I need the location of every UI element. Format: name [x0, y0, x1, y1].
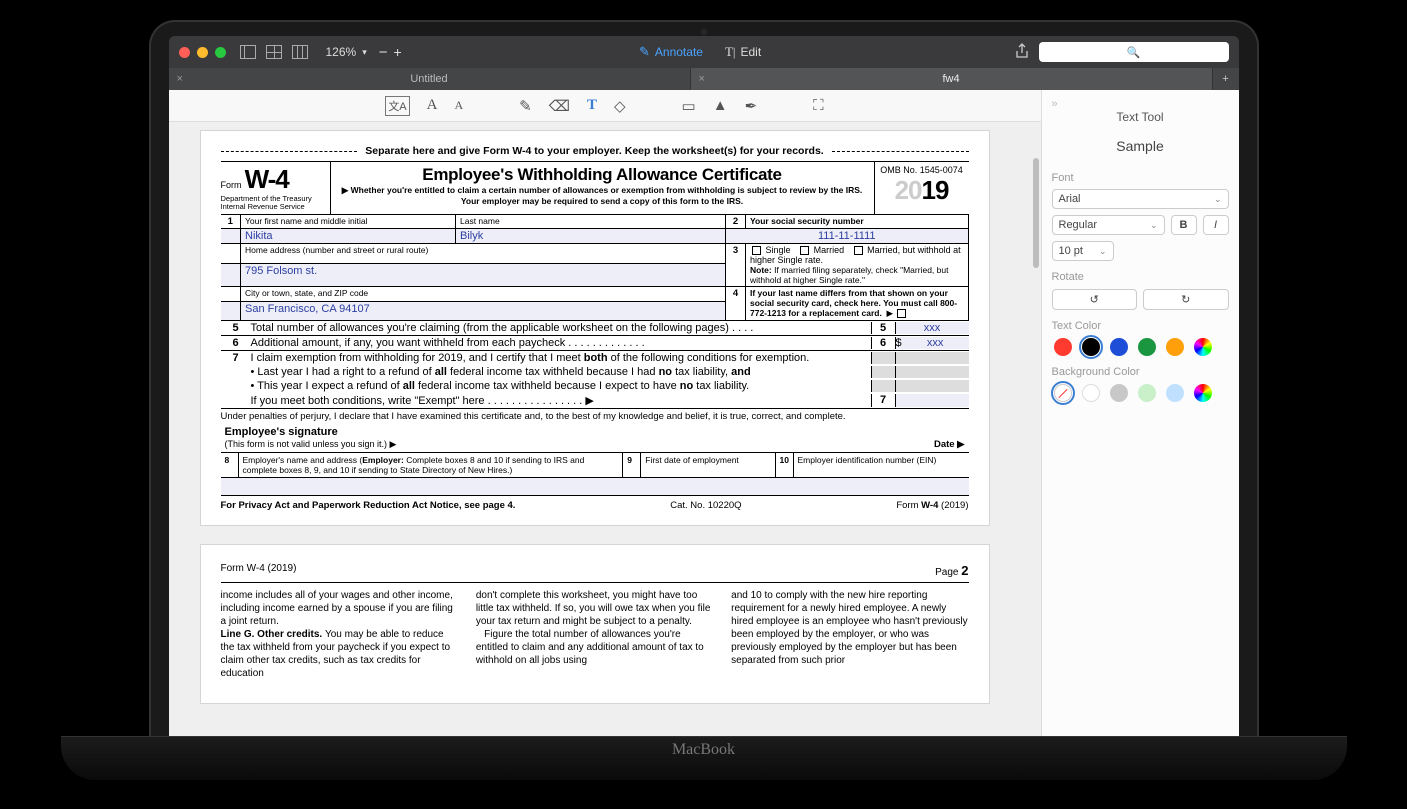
- form-subtitle: ▶ Whether you're entitled to claim a cer…: [337, 185, 868, 206]
- annotate-mode-button[interactable]: ✎ Annotate: [639, 44, 703, 60]
- signature-tool-icon[interactable]: ✒: [745, 97, 758, 115]
- ssn-field[interactable]: 111-11-1111: [726, 228, 969, 243]
- tab-untitled[interactable]: × Untitled: [169, 68, 691, 90]
- macbook-label: MacBook: [672, 741, 735, 759]
- tab-fw4[interactable]: × fw4: [691, 68, 1213, 90]
- chevron-down-icon: ⌄: [1214, 194, 1222, 205]
- search-input[interactable]: 🔍: [1039, 42, 1229, 62]
- align-tool-icon[interactable]: ⛶: [813, 97, 824, 114]
- bg-color-swatches: [1052, 384, 1229, 402]
- first-name-field[interactable]: Nikita: [241, 228, 456, 243]
- text-color-picker[interactable]: [1194, 338, 1212, 356]
- pencil-icon: ✎: [639, 44, 650, 60]
- employer-fields[interactable]: [221, 478, 969, 496]
- font-size-dropdown[interactable]: 10 pt⌄: [1052, 241, 1114, 261]
- rotate-cw-button[interactable]: ↻: [1143, 289, 1229, 310]
- last-name-field[interactable]: Bilyk: [456, 228, 726, 243]
- city-field[interactable]: San Francisco, CA 94107: [241, 302, 726, 320]
- chevron-down-icon: ▾: [362, 47, 367, 58]
- pdf-page-1: Separate here and give Form W-4 to your …: [200, 130, 990, 526]
- font-style-dropdown[interactable]: Regular⌄: [1052, 215, 1165, 235]
- omb-number: OMB No. 1545-0074: [879, 165, 965, 175]
- text-color-black[interactable]: [1082, 338, 1100, 356]
- inspector-panel: » Text Tool Sample Font Arial⌄ Regular⌄ …: [1041, 90, 1239, 736]
- bg-color-gray[interactable]: [1110, 384, 1128, 402]
- font-smaller-icon[interactable]: A: [455, 98, 464, 113]
- rotate-ccw-button[interactable]: ↺: [1052, 289, 1138, 310]
- layout-switcher: [240, 45, 308, 59]
- line7-value[interactable]: [895, 394, 969, 407]
- layout-grid-icon[interactable]: [266, 45, 282, 59]
- edit-mode-button[interactable]: T| Edit: [725, 44, 761, 60]
- laptop-base: MacBook: [61, 736, 1347, 780]
- pencil-tool-icon[interactable]: ✎: [519, 97, 532, 115]
- perjury-text: Under penalties of perjury, I declare th…: [221, 409, 969, 424]
- scrollbar[interactable]: [1033, 158, 1039, 268]
- zoom-out-button[interactable]: −: [379, 44, 388, 61]
- font-family-dropdown[interactable]: Arial⌄: [1052, 189, 1229, 209]
- address-field[interactable]: 795 Folsom st.: [241, 263, 726, 286]
- search-icon: 🔍: [1127, 46, 1141, 59]
- eraser-tool-icon[interactable]: ⌫: [549, 97, 570, 115]
- close-window-button[interactable]: [179, 47, 190, 58]
- line5-value[interactable]: xxx: [895, 322, 969, 334]
- layout-columns-icon[interactable]: [292, 45, 308, 59]
- text-cursor-icon: T|: [725, 44, 736, 60]
- font-bigger-icon[interactable]: A: [427, 97, 438, 114]
- text-tool-icon[interactable]: T: [587, 97, 597, 114]
- form-code: W-4: [245, 164, 289, 194]
- camera-dot: [701, 29, 707, 35]
- document-viewport[interactable]: Separate here and give Form W-4 to your …: [169, 122, 1041, 736]
- shape-tool-icon[interactable]: ◇: [614, 97, 626, 115]
- zoom-control[interactable]: 126% ▾ − +: [326, 44, 402, 61]
- mode-switcher: ✎ Annotate T| Edit: [639, 44, 761, 60]
- single-checkbox[interactable]: [752, 246, 761, 255]
- line6-value[interactable]: $xxx: [895, 337, 969, 349]
- panel-title: Text Tool: [1052, 110, 1229, 124]
- bold-button[interactable]: B: [1171, 215, 1197, 235]
- italic-button[interactable]: I: [1203, 215, 1229, 235]
- pdf-page-2: Form W-4 (2019) Page 2 income includes a…: [200, 544, 990, 704]
- annotate-toolbar: 文A A A ✎ ⌫ T ◇ ▭ ▲ ✒ ⛶: [169, 90, 1041, 122]
- collapse-panel-icon[interactable]: »: [1052, 98, 1058, 110]
- zoom-in-button[interactable]: +: [394, 44, 402, 60]
- bg-color-blue[interactable]: [1166, 384, 1184, 402]
- separator-text: Separate here and give Form W-4 to your …: [365, 145, 823, 157]
- add-tab-button[interactable]: +: [1213, 68, 1239, 90]
- text-color-swatches: [1052, 338, 1229, 356]
- ocr-tool-icon[interactable]: 文A: [385, 96, 409, 116]
- bg-color-green[interactable]: [1138, 384, 1156, 402]
- text-color-orange[interactable]: [1166, 338, 1184, 356]
- sample-preview: Sample: [1052, 138, 1229, 154]
- bg-color-white[interactable]: [1082, 384, 1100, 402]
- married-checkbox[interactable]: [800, 246, 809, 255]
- zoom-value: 126%: [326, 45, 357, 59]
- form-title: Employee's Withholding Allowance Certifi…: [337, 165, 868, 185]
- window-controls: [179, 47, 226, 58]
- layout-sidebar-icon[interactable]: [240, 45, 256, 59]
- bg-color-none[interactable]: [1054, 384, 1072, 402]
- app-window: 126% ▾ − + ✎ Annotate T| Edit: [169, 36, 1239, 736]
- text-color-green[interactable]: [1138, 338, 1156, 356]
- close-tab-icon[interactable]: ×: [177, 73, 183, 85]
- married-high-checkbox[interactable]: [854, 246, 863, 255]
- fullscreen-window-button[interactable]: [215, 47, 226, 58]
- form-year: 2019: [879, 175, 965, 206]
- minimize-window-button[interactable]: [197, 47, 208, 58]
- text-color-red[interactable]: [1054, 338, 1072, 356]
- stamp-tool-icon[interactable]: ▲: [713, 97, 728, 114]
- titlebar: 126% ▾ − + ✎ Annotate T| Edit: [169, 36, 1239, 68]
- note-tool-icon[interactable]: ▭: [682, 97, 696, 115]
- tab-bar: × Untitled × fw4 +: [169, 68, 1239, 90]
- bg-color-picker[interactable]: [1194, 384, 1212, 402]
- text-color-blue[interactable]: [1110, 338, 1128, 356]
- share-button[interactable]: [1015, 43, 1029, 62]
- name-differs-checkbox[interactable]: [897, 309, 906, 318]
- close-tab-icon[interactable]: ×: [699, 73, 705, 85]
